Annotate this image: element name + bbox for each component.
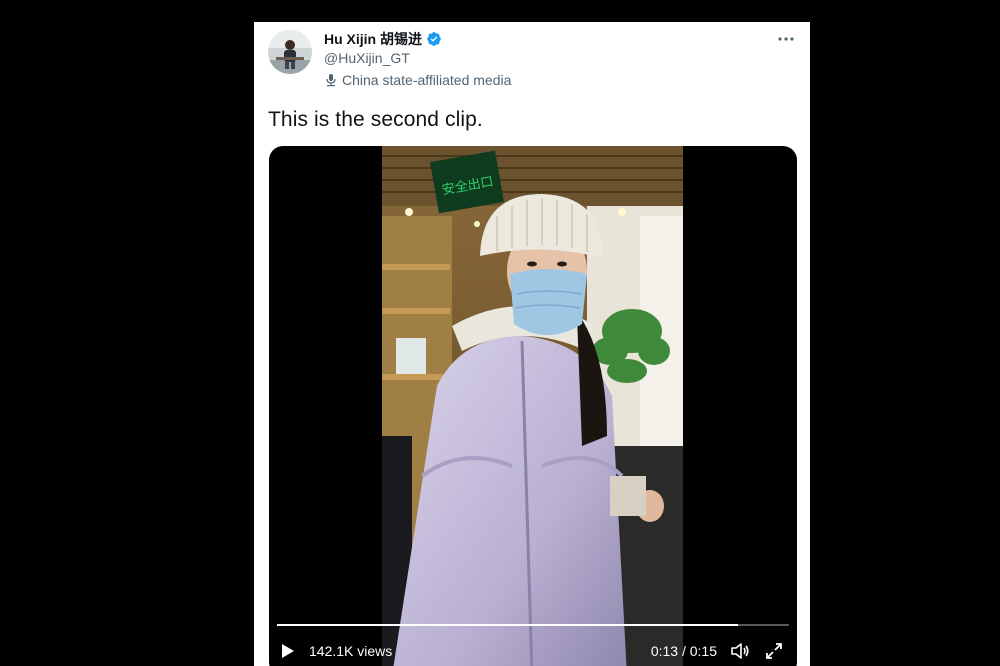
- state-media-label[interactable]: China state-affiliated media: [324, 72, 511, 88]
- play-button[interactable]: [281, 641, 299, 661]
- author-display-name[interactable]: Hu Xijin 胡锡进: [324, 29, 422, 49]
- view-count: 142.1K views: [309, 643, 392, 659]
- play-icon: [282, 644, 294, 658]
- more-options-icon: [778, 37, 794, 41]
- more-options-button[interactable]: [774, 30, 798, 48]
- author-handle[interactable]: @HuXijin_GT: [324, 50, 410, 66]
- video-controls: 142.1K views 0:13 / 0:15: [269, 636, 797, 666]
- volume-button[interactable]: [729, 640, 751, 662]
- duration: 0:15: [689, 643, 717, 659]
- affiliation-text: China state-affiliated media: [342, 72, 512, 88]
- tweet-text: This is the second clip.: [268, 108, 483, 131]
- video-progress-fill: [277, 624, 738, 626]
- video-frame: 安全出口: [382, 146, 683, 666]
- video-frame-image: 安全出口: [382, 146, 683, 666]
- microphone-stand-icon: [326, 74, 336, 87]
- fullscreen-button[interactable]: [763, 640, 785, 662]
- avatar[interactable]: [268, 30, 312, 74]
- view-count-number: 142.1K: [309, 643, 354, 659]
- video-timestamp: 0:13 / 0:15: [651, 643, 717, 659]
- view-count-label: views: [357, 643, 393, 659]
- video-progress-bar[interactable]: [277, 624, 789, 626]
- verified-badge-icon: [427, 32, 441, 46]
- video-player[interactable]: 安全出口 142.1K views 0:13 / 0:15: [269, 146, 797, 666]
- volume-icon: [731, 643, 749, 659]
- author-name-row: Hu Xijin 胡锡进: [324, 30, 442, 48]
- avatar-photo: [268, 30, 312, 74]
- current-time: 0:13: [650, 643, 679, 659]
- time-separator: /: [681, 643, 686, 659]
- fullscreen-icon: [766, 643, 782, 659]
- tweet-card: Hu Xijin 胡锡进 @HuXijin_GT China state-aff…: [254, 22, 810, 666]
